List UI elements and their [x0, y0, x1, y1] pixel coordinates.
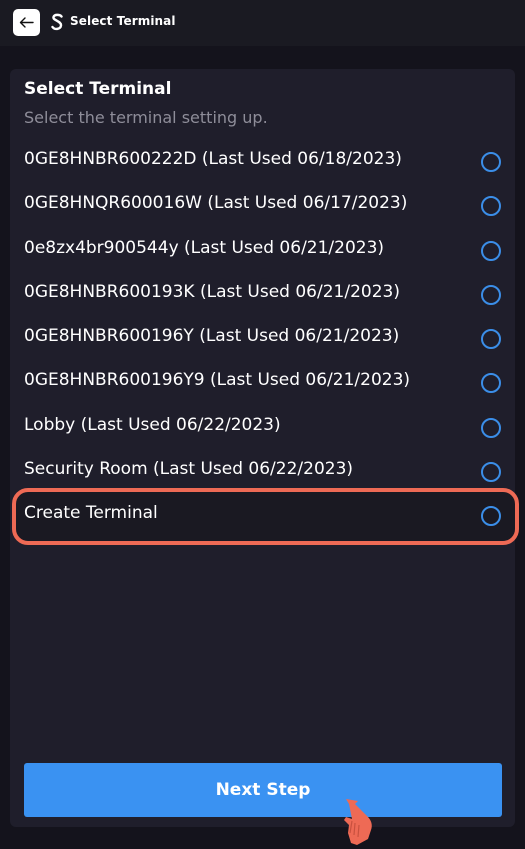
- terminal-option[interactable]: Security Room (Last Used 06/22/2023): [10, 450, 515, 494]
- terminal-option[interactable]: 0GE8HNBR600222D (Last Used 06/18/2023): [10, 140, 515, 184]
- terminal-option[interactable]: 0GE8HNQR600016W (Last Used 06/17/2023): [10, 184, 515, 228]
- back-button[interactable]: [13, 9, 40, 36]
- terminal-label: 0GE8HNQR600016W (Last Used 06/17/2023): [24, 193, 408, 214]
- terminal-list: 0GE8HNBR600222D (Last Used 06/18/2023) 0…: [10, 140, 515, 538]
- terminal-option[interactable]: 0GE8HNBR600196Y9 (Last Used 06/21/2023): [10, 361, 515, 405]
- create-terminal-label: Create Terminal: [24, 503, 158, 523]
- radio-button[interactable]: [481, 329, 501, 349]
- radio-button[interactable]: [481, 506, 501, 526]
- next-step-button[interactable]: Next Step: [24, 763, 502, 817]
- terminal-label: 0GE8HNBR600222D (Last Used 06/18/2023): [24, 149, 402, 169]
- top-bar: Select Terminal: [0, 0, 525, 46]
- radio-button[interactable]: [481, 284, 501, 305]
- panel-title: Select Terminal: [24, 79, 172, 99]
- page-title: Select Terminal: [70, 14, 176, 28]
- terminal-option[interactable]: 0GE8HNBR600193K (Last Used 06/21/2023): [10, 273, 515, 317]
- radio-button[interactable]: [481, 417, 501, 438]
- arrow-left-icon: [19, 17, 34, 28]
- terminal-label: Lobby (Last Used 06/22/2023): [24, 414, 281, 435]
- radio-button[interactable]: [481, 152, 501, 172]
- terminal-option[interactable]: 0e8zx4br900544y (Last Used 06/21/2023): [10, 229, 515, 273]
- radio-button[interactable]: [481, 373, 501, 394]
- s-logo-icon: [50, 11, 64, 33]
- radio-button[interactable]: [481, 461, 501, 482]
- terminal-label: Security Room (Last Used 06/22/2023): [24, 458, 354, 479]
- radio-button[interactable]: [481, 196, 501, 217]
- terminal-label: 0GE8HNBR600196Y (Last Used 06/21/2023): [24, 326, 400, 346]
- panel-subtitle: Select the terminal setting up.: [24, 108, 268, 127]
- radio-button[interactable]: [481, 240, 501, 261]
- terminal-label: 0GE8HNBR600193K (Last Used 06/21/2023): [24, 281, 400, 302]
- terminal-label: 0e8zx4br900544y (Last Used 06/21/2023): [24, 237, 385, 258]
- terminal-selection-panel: Select Terminal Select the terminal sett…: [10, 69, 519, 845]
- create-terminal-option[interactable]: Create Terminal: [10, 494, 515, 538]
- terminal-option[interactable]: Lobby (Last Used 06/22/2023): [10, 406, 515, 450]
- terminal-option[interactable]: 0GE8HNBR600196Y (Last Used 06/21/2023): [10, 317, 515, 361]
- terminal-label: 0GE8HNBR600196Y9 (Last Used 06/21/2023): [24, 370, 411, 391]
